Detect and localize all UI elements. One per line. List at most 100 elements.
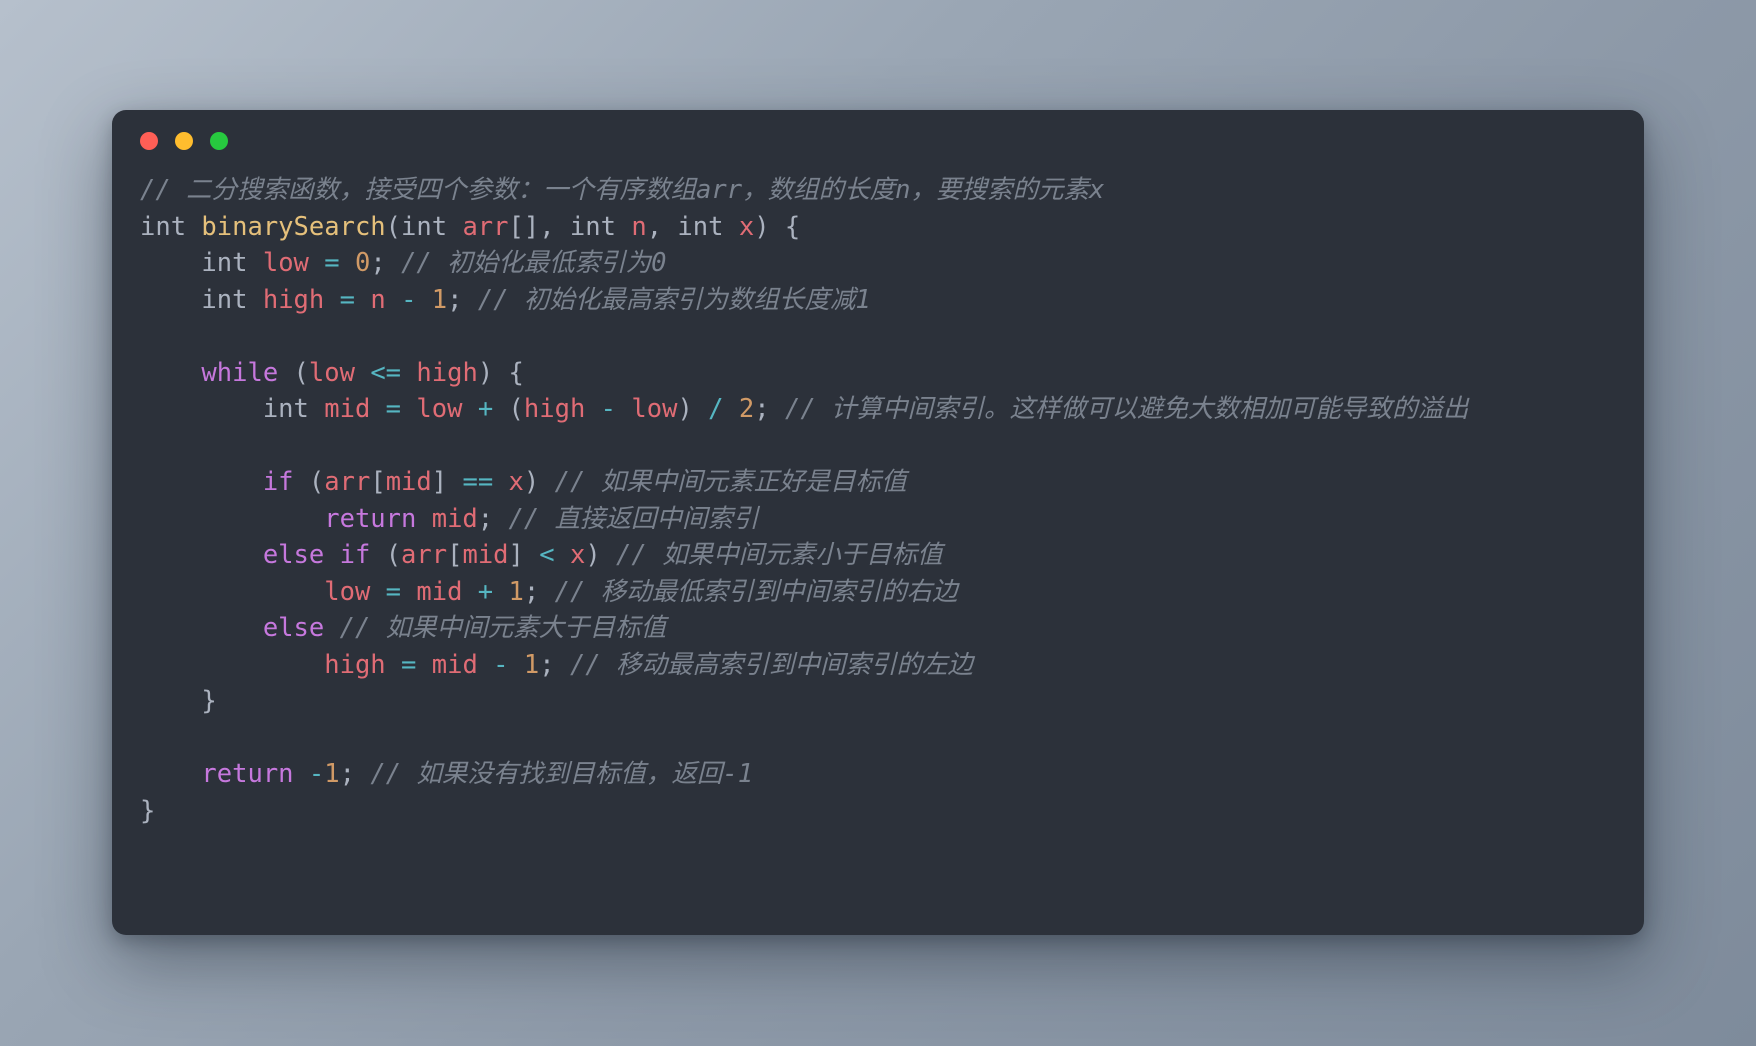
code-token-punctuation: ( bbox=[508, 394, 524, 424]
code-token-punctuation: ( bbox=[385, 540, 402, 570]
code-token-punctuation: ; bbox=[754, 394, 770, 424]
minimize-window-icon[interactable] bbox=[175, 132, 193, 150]
code-token-punctuation: ) { bbox=[754, 211, 801, 242]
code-line: low = mid + 1; // 移动最低索引到中间索引的右边 bbox=[140, 576, 958, 607]
code-token-punctuation: ) bbox=[677, 394, 693, 424]
code-editor-area[interactable]: // 二分搜索函数，接受四个参数：一个有序数组arr，数组的长度n，要搜索的元素… bbox=[112, 172, 1644, 829]
code-token-variable: x bbox=[508, 467, 524, 497]
code-token-function: binarySearch bbox=[201, 211, 386, 242]
code-token-variable: arr bbox=[324, 467, 371, 497]
code-token-keyword: if bbox=[339, 540, 371, 570]
maximize-window-icon[interactable] bbox=[210, 132, 228, 150]
code-token-variable: high bbox=[262, 284, 325, 315]
code-token-variable: mid bbox=[462, 540, 509, 570]
code-token-type: int bbox=[201, 248, 248, 278]
code-token-punctuation: ( bbox=[385, 211, 402, 242]
code-token-variable: mid bbox=[385, 467, 432, 497]
code-token-variable: low bbox=[631, 394, 678, 424]
code-token-keyword: if bbox=[262, 467, 294, 497]
code-token-variable: arr bbox=[462, 211, 509, 242]
code-line: return -1; // 如果没有找到目标值，返回-1 bbox=[140, 759, 753, 789]
close-window-icon[interactable] bbox=[140, 132, 158, 150]
code-token-comment: // 初始化最低索引为0 bbox=[401, 248, 667, 278]
code-line: int binarySearch(int arr[], int n, int x… bbox=[140, 212, 800, 242]
code-token-number: 1 bbox=[523, 649, 540, 680]
code-token-type: int bbox=[677, 211, 724, 242]
code-token-comment: // 移动最低索引到中间索引的右边 bbox=[554, 576, 958, 607]
code-token-type: int bbox=[262, 394, 309, 424]
code-token-number: 1 bbox=[324, 759, 340, 789]
code-token-punctuation: ) { bbox=[477, 357, 524, 388]
code-token-keyword: else bbox=[262, 540, 325, 570]
code-token-type: int bbox=[401, 211, 448, 242]
source-code-block[interactable]: // 二分搜索函数，接受四个参数：一个有序数组arr，数组的长度n，要搜索的元素… bbox=[140, 172, 1644, 829]
code-token-number: 1 bbox=[431, 284, 448, 315]
code-token-type: int bbox=[201, 284, 248, 315]
code-token-punctuation: , bbox=[646, 211, 678, 242]
code-token-variable: high bbox=[324, 649, 386, 680]
code-token-operator: - bbox=[308, 759, 325, 789]
code-token-number: 2 bbox=[738, 394, 755, 424]
code-token-variable: mid bbox=[431, 649, 478, 680]
code-token-variable: mid bbox=[416, 576, 463, 607]
code-token-number: 0 bbox=[354, 248, 371, 278]
code-line: int mid = low + (high - low) / 2; // 计算中… bbox=[140, 394, 1469, 424]
code-line: return mid; // 直接返回中间索引 bbox=[140, 503, 758, 534]
code-token-type: int bbox=[140, 211, 187, 242]
code-token-variable: high bbox=[523, 394, 586, 424]
code-token-keyword: while bbox=[201, 357, 279, 388]
code-line: if (arr[mid] == x) // 如果中间元素正好是目标值 bbox=[140, 467, 907, 497]
code-token-comment: // 二分搜索函数，接受四个参数：一个有序数组arr，数组的长度n，要搜索的元素… bbox=[140, 175, 1105, 205]
code-token-keyword: return bbox=[324, 503, 417, 534]
code-token-operator: < bbox=[539, 540, 555, 570]
traffic-light-controls bbox=[140, 132, 228, 150]
code-line: else if (arr[mid] < x) // 如果中间元素小于目标值 bbox=[140, 540, 943, 570]
code-token-number: 1 bbox=[508, 576, 524, 607]
code-token-operator: + bbox=[477, 394, 494, 424]
code-token-punctuation: ; bbox=[447, 284, 463, 315]
code-line: int low = 0; // 初始化最低索引为0 bbox=[140, 248, 666, 278]
code-token-punctuation: ( bbox=[308, 467, 325, 497]
code-token-keyword: return bbox=[201, 759, 294, 789]
code-token-punctuation: ; bbox=[339, 759, 355, 789]
code-token-variable: low bbox=[262, 248, 309, 278]
code-line: } bbox=[140, 796, 155, 826]
code-token-operator: + bbox=[477, 576, 494, 607]
code-token-operator: - bbox=[493, 649, 509, 680]
code-token-comment: // 如果没有找到目标值，返回-1 bbox=[370, 759, 754, 789]
code-token-operator: == bbox=[462, 467, 494, 497]
